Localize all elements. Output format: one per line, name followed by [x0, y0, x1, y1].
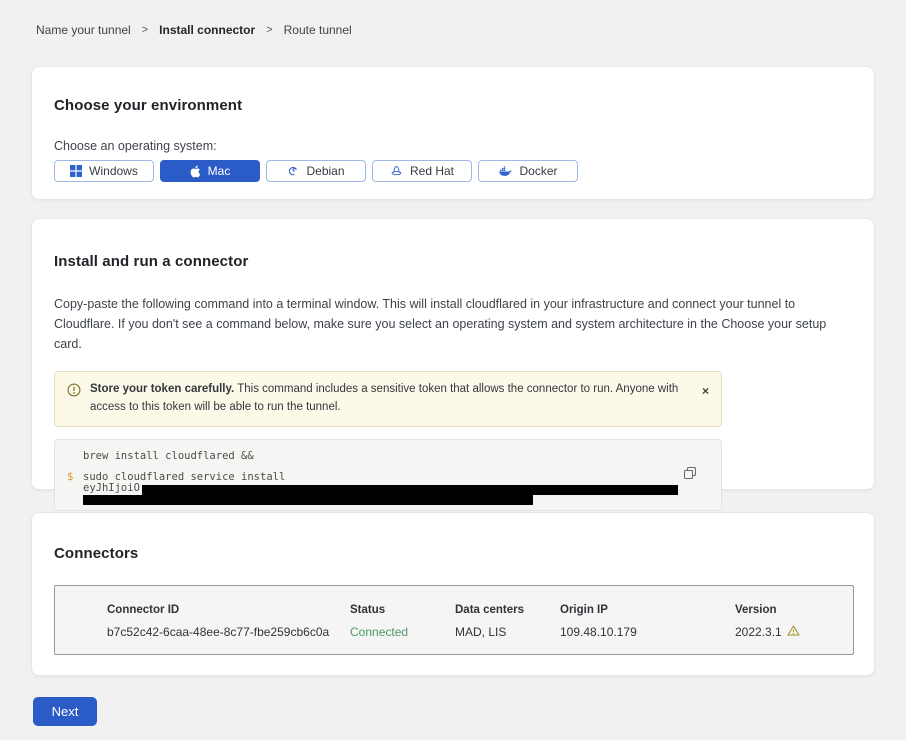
os-button-mac[interactable]: Mac	[160, 160, 260, 182]
version-value: 2022.3.1	[735, 625, 853, 639]
breadcrumb-item-install-connector[interactable]: Install connector	[159, 23, 255, 37]
data-centers-value: MAD, LIS	[455, 625, 560, 639]
alert-close-button[interactable]: ×	[702, 385, 709, 397]
breadcrumb-separator: >	[266, 24, 272, 36]
alert-title: Store your token carefully.	[90, 383, 234, 395]
redacted-token-bar	[142, 485, 678, 495]
apple-icon	[190, 165, 201, 178]
docker-icon	[498, 166, 512, 177]
next-button[interactable]: Next	[33, 697, 97, 726]
redacted-token-bar	[83, 495, 533, 505]
os-button-debian[interactable]: Debian	[266, 160, 366, 182]
origin-ip-value: 109.48.10.179	[560, 625, 735, 639]
token-prefix: eyJhIjoiO	[83, 482, 140, 494]
redhat-icon	[390, 165, 403, 177]
code-line-sudo: sudo cloudflared service install	[83, 472, 707, 484]
column-header-connector-id: Connector ID	[107, 604, 350, 616]
alert-text: Store your token carefully. This command…	[90, 381, 687, 417]
connectors-table-header: Connector ID Status Data centers Origin …	[107, 604, 853, 616]
breadcrumb-item-name-your-tunnel[interactable]: Name your tunnel	[36, 23, 131, 37]
shell-prompt: $	[67, 471, 73, 483]
environment-card: Choose your environment Choose an operat…	[31, 66, 875, 200]
connectors-card-title: Connectors	[54, 545, 852, 562]
install-connector-card: Install and run a connector Copy-paste t…	[31, 218, 875, 490]
code-line-token: eyJhIjoiO	[83, 483, 707, 495]
connectors-card: Connectors Connector ID Status Data cent…	[31, 512, 875, 676]
version-warning-icon	[787, 625, 800, 639]
os-button-label: Mac	[208, 164, 231, 178]
debian-icon	[287, 165, 299, 177]
install-description: Copy-paste the following command into a …	[54, 294, 848, 354]
status-badge: Connected	[350, 625, 455, 639]
token-warning-alert: Store your token carefully. This command…	[54, 371, 722, 427]
version-number: 2022.3.1	[735, 625, 782, 639]
column-header-data-centers: Data centers	[455, 604, 560, 616]
os-button-label: Red Hat	[410, 164, 454, 178]
column-header-status: Status	[350, 604, 455, 616]
install-command-codeblock: brew install cloudflared && $ sudo cloud…	[54, 439, 722, 511]
copy-command-button[interactable]	[683, 466, 697, 483]
os-button-label: Docker	[519, 164, 557, 178]
connectors-table: Connector ID Status Data centers Origin …	[54, 585, 854, 655]
os-button-label: Windows	[89, 164, 138, 178]
os-button-docker[interactable]: Docker	[478, 160, 578, 182]
code-line-brew: brew install cloudflared &&	[83, 450, 707, 462]
os-button-redhat[interactable]: Red Hat	[372, 160, 472, 182]
breadcrumb-item-route-tunnel[interactable]: Route tunnel	[284, 23, 352, 37]
breadcrumb: Name your tunnel > Install connector > R…	[36, 23, 352, 37]
column-header-origin-ip: Origin IP	[560, 604, 735, 616]
column-header-version: Version	[735, 604, 853, 616]
environment-card-title: Choose your environment	[54, 97, 852, 114]
os-button-label: Debian	[306, 164, 344, 178]
os-button-windows[interactable]: Windows	[54, 160, 154, 182]
info-icon	[67, 383, 81, 402]
breadcrumb-separator: >	[142, 24, 148, 36]
windows-icon	[70, 165, 82, 177]
os-button-group: Windows Mac Debian	[54, 160, 852, 182]
os-select-label: Choose an operating system:	[54, 139, 852, 153]
install-card-title: Install and run a connector	[54, 253, 852, 270]
table-row: b7c52c42-6caa-48ee-8c77-fbe259cb6c0a Con…	[107, 625, 853, 639]
connector-id-value: b7c52c42-6caa-48ee-8c77-fbe259cb6c0a	[107, 625, 350, 639]
